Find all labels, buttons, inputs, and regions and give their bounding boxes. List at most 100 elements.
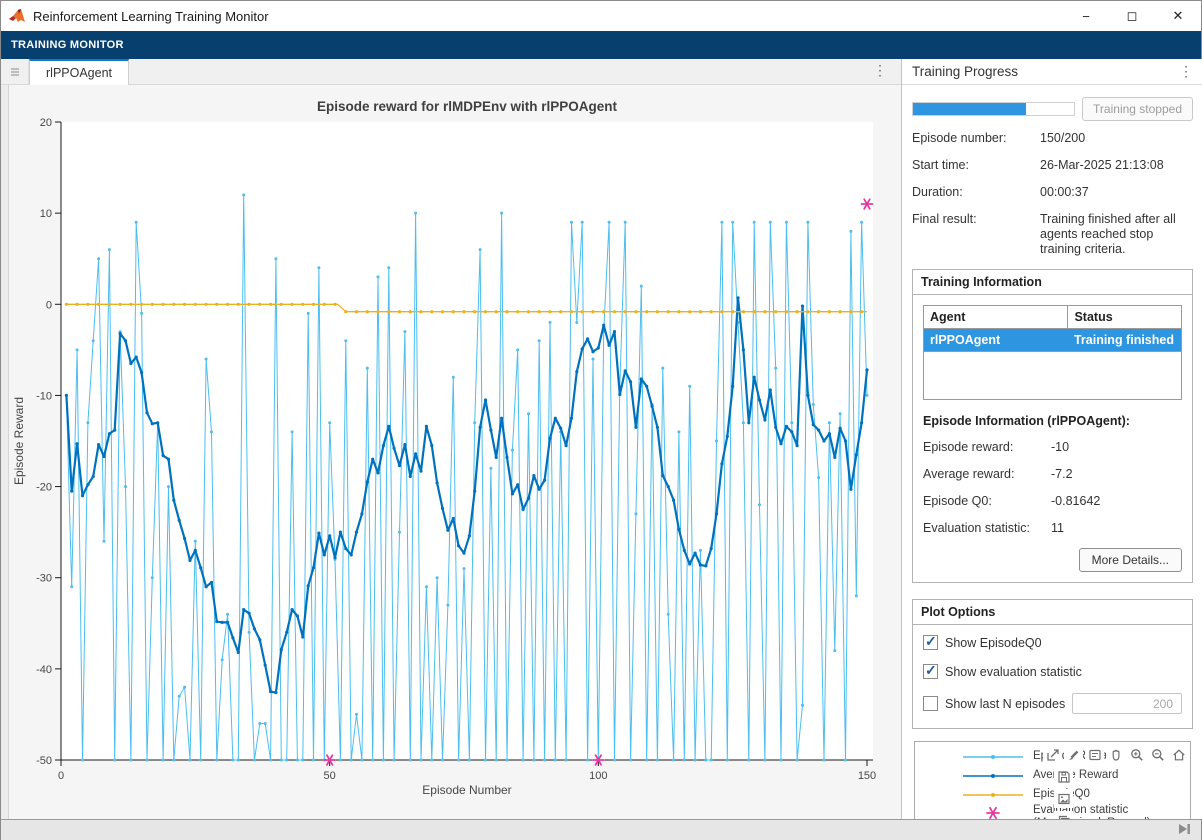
field-label: Duration: [912, 185, 1040, 200]
more-details-button[interactable]: More Details... [1079, 548, 1182, 572]
episode-q0-row: Episode Q0: -0.81642 [923, 494, 1182, 508]
svg-text:20: 20 [40, 117, 52, 129]
episode-reward-chart[interactable]: Episode reward for rlMDPEnv with rlPPOAg… [9, 85, 901, 819]
titlebar: Reinforcement Learning Training Monitor … [1, 1, 1201, 31]
last-n-episodes-input[interactable] [1072, 693, 1182, 714]
evaluation-statistic-row: Evaluation statistic: 11 [923, 521, 1182, 535]
training-progress-panel: Training Progress ⋮ Training stopped Epi… [901, 59, 1202, 819]
legend-item-episodeq0[interactable]: EpisodeQ0 [915, 785, 1190, 804]
field-label: Start time: [912, 158, 1040, 173]
cell-agent: rlPPOAgent [924, 329, 1068, 352]
brush-icon[interactable] [1064, 745, 1083, 764]
training-progressbar [912, 102, 1075, 116]
tab-rlppoagent[interactable]: rlPPOAgent [29, 59, 129, 85]
column-header-agent[interactable]: Agent [924, 306, 1068, 329]
ep-label: Average reward: [923, 467, 1051, 481]
field-final-result: Final result: Training finished after al… [912, 212, 1193, 257]
episode-reward-row: Episode reward: -10 [923, 440, 1182, 454]
episode-information-title: Episode Information (rlPPOAgent): [923, 414, 1182, 428]
average-reward-row: Average reward: -7.2 [923, 467, 1182, 481]
table-row-rlppoagent[interactable]: rlPPOAgent Training finished [924, 329, 1182, 352]
expand-panel-icon[interactable] [1178, 822, 1191, 840]
panel-options-kebab-icon[interactable]: ⋮ [1179, 63, 1193, 80]
toolstrip: TRAINING MONITOR [1, 31, 1201, 59]
app-window: Reinforcement Learning Training Monitor … [0, 0, 1202, 840]
field-label: Final result: [912, 212, 1040, 257]
pan-icon[interactable] [1106, 745, 1125, 764]
panel-header: Training Progress ⋮ [902, 59, 1202, 85]
svg-text:-20: -20 [36, 482, 52, 494]
copy-as-image-icon[interactable] [1054, 789, 1073, 808]
training-stopped-button[interactable]: Training stopped [1082, 97, 1193, 121]
ep-value: -10 [1051, 440, 1069, 454]
field-label: Episode number: [912, 131, 1040, 146]
section-title: Plot Options [913, 600, 1192, 625]
field-start-time: Start time: 26-Mar-2025 21:13:08 [912, 158, 1193, 173]
ep-label: Evaluation statistic: [923, 521, 1051, 535]
left-gutter [1, 85, 9, 819]
episode-reward-line-swatch [961, 751, 1025, 763]
svg-text:Episode Reward: Episode Reward [12, 397, 26, 485]
zoom-in-icon[interactable] [1127, 745, 1146, 764]
progress-fields: Episode number: 150/200 Start time: 26-M… [912, 131, 1193, 257]
datatips-icon[interactable] [1085, 745, 1104, 764]
plot-options-section: Plot Options Show EpisodeQ0 Show evaluat… [912, 599, 1193, 729]
tab-options-kebab-icon[interactable]: ⋮ [873, 62, 887, 79]
episodeq0-line-swatch [961, 789, 1025, 801]
maximize-button[interactable]: ◻ [1109, 1, 1155, 31]
svg-text:100: 100 [589, 770, 607, 782]
svg-text:-30: -30 [36, 573, 52, 585]
agents-table: Agent Status rlPPOAgent Training finishe… [923, 305, 1182, 352]
minimize-button[interactable]: − [1063, 1, 1109, 31]
show-evaluation-statistic-option: Show evaluation statistic [923, 664, 1182, 679]
ep-label: Episode Q0: [923, 494, 1051, 508]
svg-text:Episode reward for rlMDPEnv wi: Episode reward for rlMDPEnv with rlPPOAg… [317, 99, 618, 114]
tab-label: rlPPOAgent [46, 66, 112, 80]
window-title: Reinforcement Learning Training Monitor [33, 9, 269, 24]
ep-value: -0.81642 [1051, 494, 1100, 508]
export-icon[interactable] [1043, 745, 1062, 764]
show-episodeq0-option: Show EpisodeQ0 [923, 635, 1182, 650]
zoom-out-icon[interactable] [1148, 745, 1167, 764]
table-empty-area [923, 352, 1182, 400]
ep-label: Episode reward: [923, 440, 1051, 454]
show-last-n-episodes-checkbox[interactable] [923, 696, 938, 711]
save-as-icon[interactable] [1054, 767, 1073, 786]
field-value: 26-Mar-2025 21:13:08 [1040, 158, 1193, 173]
checkbox-label: Show evaluation statistic [945, 665, 1082, 679]
statusbar [1, 819, 1201, 840]
show-evaluation-statistic-checkbox[interactable] [923, 664, 938, 679]
svg-text:Episode Number: Episode Number [422, 783, 511, 797]
svg-text:0: 0 [46, 299, 52, 311]
svg-text:0: 0 [58, 770, 64, 782]
legend-label: Average Reward [1033, 769, 1118, 782]
field-value: Training finished after all agents reach… [1040, 212, 1193, 257]
show-episodeq0-checkbox[interactable] [923, 635, 938, 650]
svg-text:150: 150 [858, 770, 876, 782]
svg-text:-40: -40 [36, 664, 52, 676]
table-header-row: Agent Status [924, 306, 1182, 329]
field-episode-number: Episode number: 150/200 [912, 131, 1193, 146]
field-value: 150/200 [1040, 131, 1193, 146]
close-button[interactable]: ✕ [1155, 1, 1201, 31]
tab-list-icon[interactable] [1, 59, 29, 84]
cell-status: Training finished [1068, 329, 1182, 352]
restore-view-icon[interactable] [1169, 745, 1188, 764]
document-tabbar: rlPPOAgent ⋮ [1, 59, 901, 85]
training-information-section: Training Information Agent Status rlPPOA… [912, 269, 1193, 583]
ep-value: -7.2 [1051, 467, 1073, 481]
toolstrip-tab-training-monitor[interactable]: TRAINING MONITOR [11, 39, 124, 51]
svg-text:-50: -50 [36, 755, 52, 767]
legend-item-average-reward[interactable]: Average Reward [915, 766, 1190, 785]
panel-title: Training Progress [912, 64, 1018, 79]
section-title: Training Information [913, 270, 1192, 295]
ep-value: 11 [1051, 521, 1064, 535]
svg-text:50: 50 [324, 770, 336, 782]
axes-toolbar [1043, 745, 1188, 764]
window-controls: − ◻ ✕ [1063, 1, 1201, 31]
svg-text:10: 10 [40, 208, 52, 220]
checkbox-label: Show EpisodeQ0 [945, 636, 1042, 650]
progress-row: Training stopped [912, 97, 1193, 121]
field-value: 00:00:37 [1040, 185, 1193, 200]
column-header-status[interactable]: Status [1068, 306, 1182, 329]
